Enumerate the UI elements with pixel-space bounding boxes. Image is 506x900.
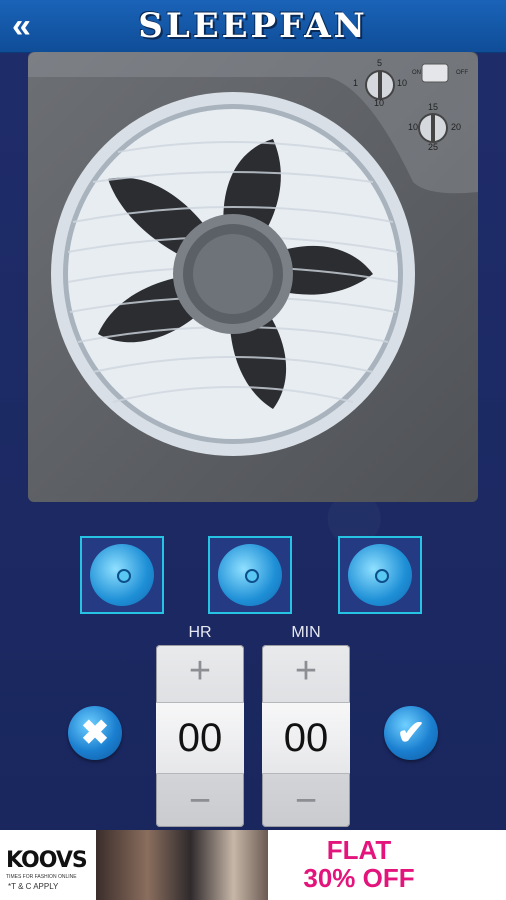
speed-dial-label-25: 25 xyxy=(428,142,439,152)
timer-dial-label-10b: 10 xyxy=(374,98,385,108)
minute-picker: + 00 − xyxy=(262,645,350,827)
speed-dial-label-20: 20 xyxy=(451,122,462,132)
app-title: SLEEPFAN xyxy=(138,6,368,46)
speed-2-button[interactable] xyxy=(208,536,292,614)
hour-value: 00 xyxy=(156,703,244,773)
minute-increment-button[interactable]: + xyxy=(262,645,350,697)
ad-offer-line2: 30% OFF xyxy=(303,863,415,893)
speed-3-button[interactable] xyxy=(338,536,422,614)
fan-illustration xyxy=(28,52,478,456)
hour-decrement-button[interactable]: − xyxy=(156,775,244,827)
cancel-button[interactable]: ✖ xyxy=(68,706,122,760)
min-label: MIN xyxy=(291,624,321,641)
speed-dial-label-15: 15 xyxy=(428,102,439,112)
ad-banner[interactable]: KOOVS TIMES FOR FASHION ONLINE *T & C AP… xyxy=(0,830,506,900)
minute-decrement-button[interactable]: − xyxy=(262,775,350,827)
ad-offer: FLAT 30% OFF xyxy=(268,830,450,900)
timer-dial-label-10a: 10 xyxy=(397,78,408,88)
confirm-button[interactable]: ✔ xyxy=(384,706,438,760)
hour-increment-button[interactable]: + xyxy=(156,645,244,697)
ad-photo xyxy=(96,830,268,900)
hr-label: HR xyxy=(188,624,212,641)
timer-dial-label-1: 1 xyxy=(353,78,359,88)
fan-panel: 5 1 10 10 15 10 20 25 ON OFF xyxy=(28,52,478,502)
ad-terms: *T & C APPLY xyxy=(8,882,59,891)
fan-hub-icon xyxy=(245,569,259,583)
ad-offer-line1: FLAT xyxy=(326,835,392,865)
fan-hub-icon xyxy=(375,569,389,583)
speed-1-button[interactable] xyxy=(80,536,164,614)
ad-brand-panel: KOOVS TIMES FOR FASHION ONLINE *T & C AP… xyxy=(0,830,97,900)
minute-value: 00 xyxy=(262,703,350,773)
power-switch[interactable] xyxy=(422,64,448,82)
hour-picker: + 00 − xyxy=(156,645,244,827)
ad-brand: KOOVS xyxy=(6,848,88,873)
switch-off-label: OFF xyxy=(456,70,468,76)
timer-dial-label-5: 5 xyxy=(377,58,383,68)
fan-hub-icon xyxy=(117,569,131,583)
ad-tagline: TIMES FOR FASHION ONLINE xyxy=(6,874,77,880)
header-bar: « SLEEPFAN xyxy=(0,0,506,53)
switch-on-label: ON xyxy=(412,70,421,76)
speed-dial-label-10: 10 xyxy=(408,122,419,132)
